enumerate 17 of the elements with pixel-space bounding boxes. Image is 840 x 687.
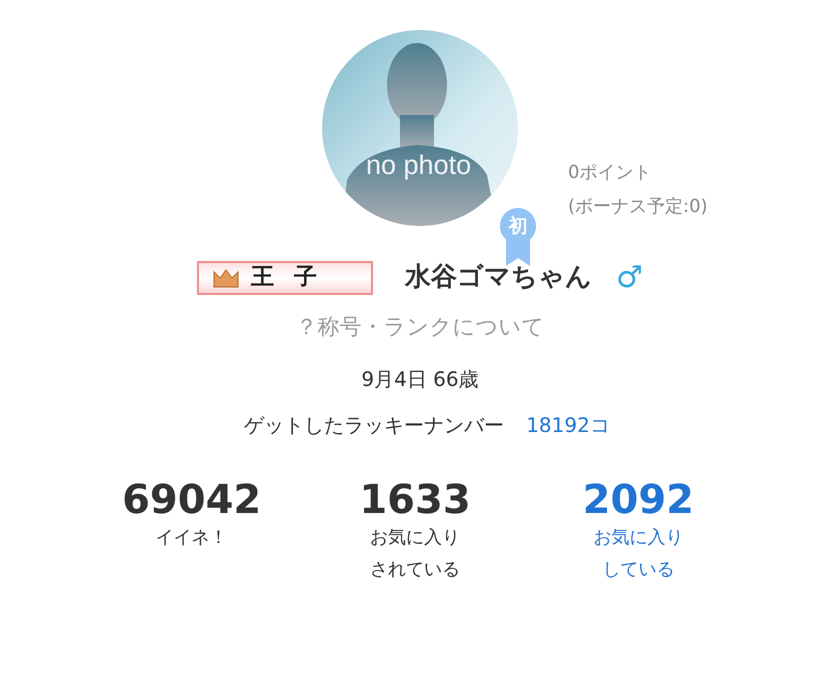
- gender-symbol: ♂: [616, 262, 643, 292]
- photo-caption: no photo: [366, 152, 472, 179]
- stat-label: イイネ！: [154, 526, 229, 550]
- stat-label: お気に入り されている: [368, 526, 461, 582]
- stat-label[interactable]: お気に入り している: [526, 522, 750, 586]
- lucky-number-label: ゲットしたラッキーナンバー: [244, 412, 504, 439]
- user-name: 水谷ゴマちゃん: [405, 261, 592, 294]
- title-badge: 王 子: [197, 260, 374, 294]
- rank-info-link[interactable]: ？称号・ランクについて: [0, 311, 840, 344]
- points-text: 0ポイント: [568, 161, 652, 185]
- birthday-age: 9月4日 66歳: [360, 366, 480, 393]
- points-text: (ボーナス予定:0): [568, 195, 709, 219]
- stat-value[interactable]: 2092: [526, 478, 750, 522]
- lucky-number-count[interactable]: 18192コ: [526, 410, 610, 440]
- stat-value: 1633: [358, 478, 472, 522]
- crown-icon: [213, 268, 240, 288]
- stat-value: 69042: [121, 478, 262, 522]
